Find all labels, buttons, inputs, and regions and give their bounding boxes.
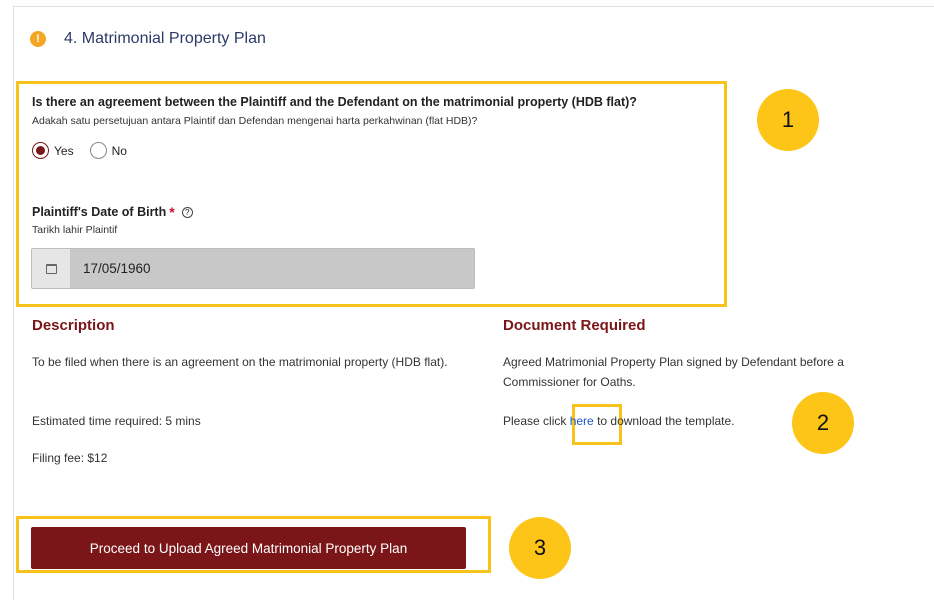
agreement-question: Is there an agreement between the Plaint… <box>32 95 637 109</box>
dob-value: 17/05/1960 <box>83 261 151 276</box>
radio-yes[interactable] <box>32 142 49 159</box>
calendar-icon <box>45 263 57 274</box>
section-header: ! 4. Matrimonial Property Plan <box>30 30 266 48</box>
dob-date-field[interactable]: 17/05/1960 <box>31 248 475 289</box>
proceed-upload-button[interactable]: Proceed to Upload Agreed Matrimonial Pro… <box>31 527 466 569</box>
help-icon[interactable]: ? <box>181 206 193 218</box>
callout-2: 2 <box>792 392 854 454</box>
callout-3: 3 <box>509 517 571 579</box>
estimated-time: Estimated time required: 5 mins <box>32 414 201 428</box>
warning-icon: ! <box>30 31 46 47</box>
download-prefix: Please click <box>503 414 570 428</box>
download-template-text: Please click here to download the templa… <box>503 414 735 428</box>
calendar-button[interactable] <box>32 249 70 288</box>
radio-no[interactable] <box>89 142 107 159</box>
radio-no-label[interactable]: No <box>112 144 127 158</box>
filing-fee: Filing fee: $12 <box>32 451 108 465</box>
section-title: 4. Matrimonial Property Plan <box>64 30 266 47</box>
dob-label-text: Plaintiff's Date of Birth <box>32 205 167 219</box>
agreement-radio-group: Yes No <box>32 142 143 159</box>
dob-label: Plaintiff's Date of Birth * ? <box>32 204 193 220</box>
download-suffix: to download the template. <box>593 414 735 428</box>
download-here-link[interactable]: here <box>570 414 594 428</box>
description-title: Description <box>32 317 115 334</box>
agreement-question-translation: Adakah satu persetujuan antara Plaintif … <box>32 115 478 127</box>
document-required-title: Document Required <box>503 317 646 334</box>
required-mark: * <box>169 204 175 220</box>
callout-1: 1 <box>757 89 819 151</box>
radio-yes-label[interactable]: Yes <box>54 144 74 158</box>
description-text: To be filed when there is an agreement o… <box>32 355 448 369</box>
document-required-text: Agreed Matrimonial Property Plan signed … <box>503 355 844 389</box>
dob-translation: Tarikh lahir Plaintif <box>32 224 118 236</box>
